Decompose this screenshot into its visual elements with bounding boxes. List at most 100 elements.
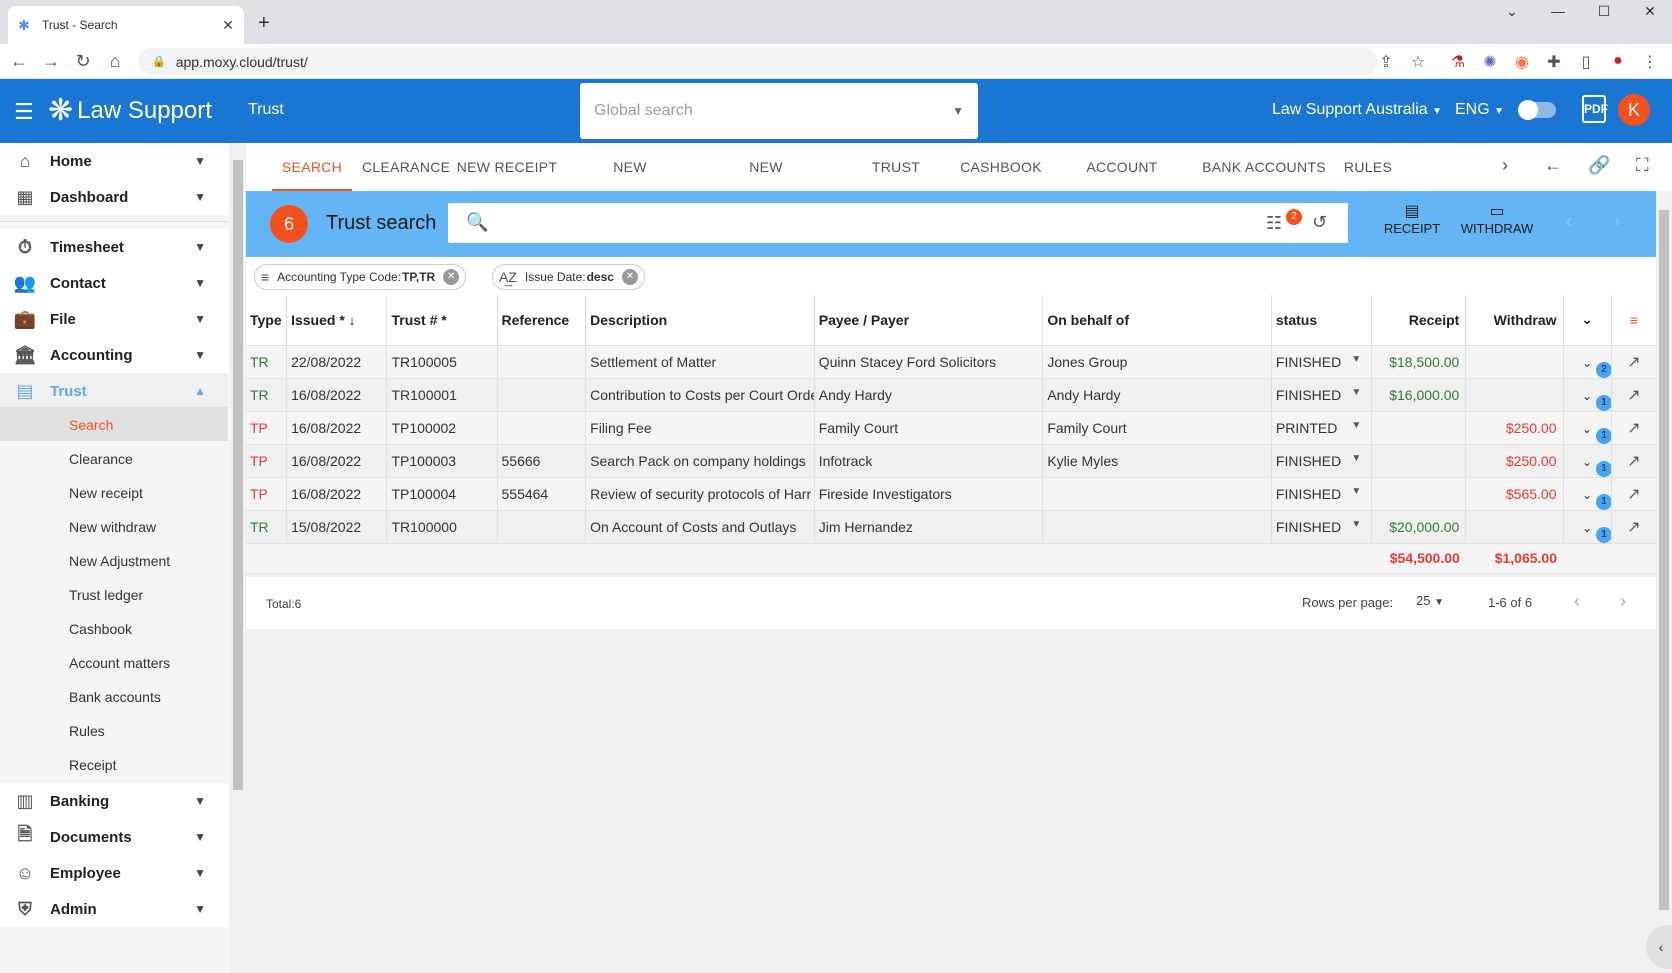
tab-new-receipt[interactable]: NEW RECEIPT: [454, 143, 560, 191]
status-dropdown-icon[interactable]: ▼: [1351, 387, 1361, 398]
remove-chip-icon[interactable]: ✕: [443, 269, 460, 285]
status-dropdown-icon[interactable]: ▼: [1351, 519, 1361, 530]
expand-row-icon[interactable]: ⌄ 1: [1582, 422, 1611, 443]
sidebar-item-accounting[interactable]: 🏛 Accounting ▼: [0, 337, 228, 373]
home-browser-icon[interactable]: ⌂: [104, 51, 126, 72]
open-external-icon[interactable]: ↗: [1627, 519, 1640, 536]
table-row[interactable]: TR 16/08/2022 TR100001 Contribution to Cost…: [246, 378, 1656, 412]
sidebar-sub-rules[interactable]: Rules: [0, 713, 228, 749]
tab-new-adjustment[interactable]: NEW ADJUSTMENT: [700, 143, 832, 223]
cell-status[interactable]: FINISHED ▼: [1271, 378, 1373, 412]
rows-per-page-select[interactable]: 25 ▼: [1416, 593, 1444, 608]
puzzle-icon[interactable]: ✚: [1544, 52, 1564, 72]
col-type[interactable]: Type: [246, 295, 288, 346]
tab-rules[interactable]: RULES: [1336, 143, 1400, 191]
table-row[interactable]: TP 16/08/2022 TP100003 55666 Search Pack on …: [246, 444, 1656, 478]
cell-open[interactable]: ↗: [1611, 378, 1656, 412]
col-status[interactable]: status: [1271, 295, 1373, 346]
sidebar-item-employee[interactable]: ☺ Employee ▼: [0, 855, 228, 891]
filter-chip-type[interactable]: ≡ Accounting Type Code: TP,TR ✕: [254, 264, 467, 290]
maximize-icon[interactable]: ☐: [1584, 0, 1624, 24]
next-record-icon[interactable]: ›: [1614, 211, 1620, 232]
tabs-scroll-right-icon[interactable]: ›: [1502, 155, 1508, 176]
trust-search-input[interactable]: 🔍 ☷ 2 ↺: [448, 203, 1348, 243]
status-dropdown-icon[interactable]: ▼: [1351, 453, 1361, 464]
new-tab-icon[interactable]: +: [258, 12, 270, 35]
sort-desc-icon[interactable]: ↓: [349, 312, 356, 328]
tab-clearance[interactable]: CLEARANCE: [362, 143, 450, 191]
receipt-button[interactable]: ▤ RECEIPT: [1372, 201, 1452, 236]
sidebar-item-banking[interactable]: ▥ Banking ▼: [0, 783, 228, 819]
extension-icon[interactable]: ✺: [1480, 52, 1500, 72]
sidebar-item-dashboard[interactable]: ▦ Dashboard ▼: [0, 179, 228, 215]
hamburger-menu-icon[interactable]: ☰: [14, 99, 34, 125]
cell-expand[interactable]: ⌄ 1: [1563, 510, 1612, 544]
withdraw-button[interactable]: ▭ WITHDRAW: [1452, 201, 1542, 236]
sidebar-sub-new-receipt[interactable]: New receipt: [0, 475, 228, 511]
back-arrow-icon[interactable]: ←: [1544, 155, 1562, 176]
table-row[interactable]: TP 16/08/2022 TP100004 555464 Review of secu…: [246, 477, 1656, 511]
sidebar-sub-receipt[interactable]: Receipt: [0, 747, 228, 783]
cell-open[interactable]: ↗: [1611, 411, 1656, 445]
cell-expand[interactable]: ⌄ 1: [1563, 444, 1612, 478]
open-external-icon[interactable]: ↗: [1627, 453, 1640, 470]
sidebar-item-timesheet[interactable]: ⏱ Timesheet ▼: [0, 229, 228, 265]
open-external-icon[interactable]: ↗: [1627, 387, 1640, 404]
col-trust-number[interactable]: Trust # *: [386, 295, 498, 346]
history-icon[interactable]: ↺: [1312, 212, 1327, 233]
pdf-icon[interactable]: PDF: [1582, 95, 1608, 123]
tab-bank-accounts[interactable]: BANK ACCOUNTS: [1202, 143, 1326, 191]
expand-row-icon[interactable]: ⌄ 1: [1582, 389, 1611, 410]
user-avatar[interactable]: K: [1618, 94, 1650, 126]
cell-expand[interactable]: ⌄ 1: [1563, 411, 1612, 445]
cell-open[interactable]: ↗: [1611, 345, 1656, 379]
expand-row-icon[interactable]: ⌄ 2: [1582, 356, 1611, 377]
tab-account-matters[interactable]: ACCOUNT MATTERS: [1054, 143, 1190, 223]
app-logo[interactable]: ❋ Law Support: [48, 93, 212, 128]
side-panel-icon[interactable]: ▯: [1576, 52, 1596, 72]
tab-search[interactable]: SEARCH: [272, 143, 352, 191]
link-icon[interactable]: 🔗: [1588, 155, 1610, 176]
sidebar-item-file[interactable]: 💼 File ▼: [0, 301, 228, 337]
url-field[interactable]: 🔒 app.moxy.cloud/trust/: [138, 48, 1378, 75]
menu-dots-icon[interactable]: ⋮: [1640, 52, 1660, 72]
filter-settings-icon[interactable]: ☷: [1266, 213, 1282, 234]
status-dropdown-icon[interactable]: ▼: [1351, 420, 1361, 431]
status-dropdown-icon[interactable]: ▼: [1351, 354, 1361, 365]
expand-row-icon[interactable]: ⌄ 1: [1582, 521, 1611, 542]
prev-record-icon[interactable]: ‹: [1566, 211, 1572, 232]
col-description[interactable]: Description: [585, 295, 815, 346]
cell-status[interactable]: PRINTED ▼: [1271, 411, 1373, 445]
sidebar-item-home[interactable]: ⌂ Home ▼: [0, 143, 228, 179]
sidebar-sub-search[interactable]: Search: [0, 407, 228, 443]
open-external-icon[interactable]: ↗: [1627, 420, 1640, 437]
extension-icon[interactable]: ◉: [1512, 52, 1532, 72]
column-filter-icon[interactable]: ≡: [1611, 295, 1656, 346]
expand-row-icon[interactable]: ⌄ 1: [1582, 488, 1611, 509]
prev-page-icon[interactable]: ‹: [1574, 591, 1580, 612]
tab-cashbook[interactable]: CASHBOOK: [960, 143, 1042, 191]
col-withdraw[interactable]: Withdraw: [1465, 295, 1564, 346]
sidebar-sub-clearance[interactable]: Clearance: [0, 441, 228, 477]
minimize-icon[interactable]: —: [1538, 0, 1578, 24]
share-icon[interactable]: ⇪: [1376, 52, 1396, 72]
sort-chip-issue-date[interactable]: A͢Z Issue Date: desc ✕: [492, 264, 645, 290]
col-issued[interactable]: Issued * ↓: [286, 295, 388, 346]
cell-status[interactable]: FINISHED ▼: [1271, 510, 1373, 544]
sidebar-item-contact[interactable]: 👥 Contact ▼: [0, 265, 228, 301]
remove-chip-icon[interactable]: ✕: [621, 269, 638, 285]
language-select[interactable]: ENG ▼: [1455, 101, 1504, 119]
tab-trust-ledger[interactable]: TRUST LEDGER: [844, 143, 948, 223]
col-payee[interactable]: Payee / Payer: [814, 295, 1044, 346]
cell-open[interactable]: ↗: [1611, 477, 1656, 511]
col-reference[interactable]: Reference: [497, 295, 587, 346]
col-behalf[interactable]: On behalf of: [1042, 295, 1272, 346]
sidebar-sub-bank-accounts[interactable]: Bank accounts: [0, 679, 228, 715]
cell-expand[interactable]: ⌄ 2: [1563, 345, 1612, 379]
sidebar-item-admin[interactable]: ⛨ Admin ▼: [0, 891, 228, 927]
open-external-icon[interactable]: ↗: [1627, 354, 1640, 371]
cell-status[interactable]: FINISHED ▼: [1271, 345, 1373, 379]
cell-status[interactable]: FINISHED ▼: [1271, 444, 1373, 478]
sidebar-item-trust[interactable]: ▤ Trust ▲: [0, 373, 228, 409]
profile-icon[interactable]: ●: [1608, 52, 1628, 70]
